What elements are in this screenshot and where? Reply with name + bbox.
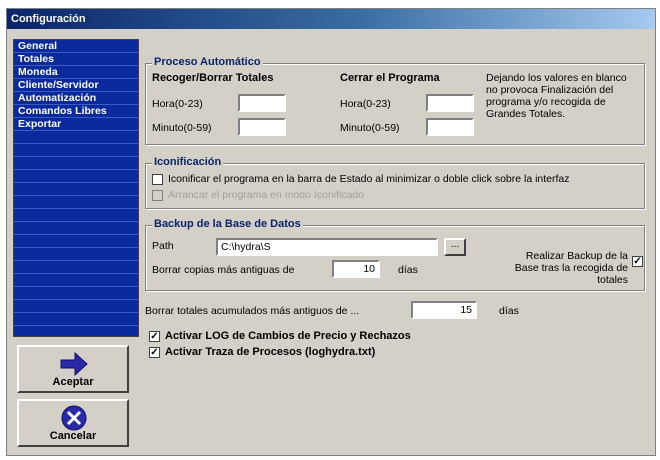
delete-totals-label: Borrar totales acumulados más antiguos d… [145,305,360,317]
accept-button[interactable]: Aceptar [17,345,129,393]
start-iconified-label: Arrancar el programa en modo Iconificado [168,189,365,201]
path-label: Path [152,240,174,252]
config-window: Configuración General Totales Moneda Cli… [6,8,656,456]
sidebar-menu: General Totales Moneda Cliente/Servidor … [13,39,139,337]
path-input[interactable]: C:\hydra\S [216,238,438,256]
collect-minute-label: Minuto(0-59) [152,122,212,134]
iconify-group: Iconificación Iconificar el programa en … [145,156,645,209]
collect-hour-label: Hora(0-23) [152,98,203,110]
sidebar-item-comandos-libres[interactable]: Comandos Libres [14,105,138,118]
delete-copies-days: días [398,264,418,276]
realize-backup-label: Realizar Backup de la Base tras la recog… [514,250,628,286]
blank-values-note: Dejando los valores en blanco no provoca… [486,72,627,120]
sidebar-item-general[interactable]: General [14,40,138,53]
iconify-checkbox[interactable] [152,174,163,185]
close-hour-label: Hora(0-23) [340,98,391,110]
collect-hour-input[interactable] [238,94,286,112]
arrow-right-icon [60,351,88,377]
activate-log-checkbox[interactable]: ✓ [149,331,160,342]
cancel-button[interactable]: Cancelar [17,399,129,447]
accept-label: Aceptar [52,376,94,388]
window-title: Configuración [7,9,655,29]
backup-group: Backup de la Base de Datos Path C:\hydra… [145,218,645,291]
settings-panel: Proceso Automático Recoger/Borrar Totale… [143,39,651,451]
sidebar-item-totales[interactable]: Totales [14,53,138,66]
delete-totals-days: días [499,305,519,317]
x-cancel-icon [61,405,87,431]
browse-button[interactable]: ... [444,238,466,256]
activate-log-label: Activar LOG de Cambios de Precio y Recha… [165,330,411,342]
sidebar-item-exportar[interactable]: Exportar [14,118,138,131]
cancel-label: Cancelar [49,430,97,442]
backup-legend: Backup de la Base de Datos [152,218,303,230]
close-hour-input[interactable] [426,94,474,112]
collect-title: Recoger/Borrar Totales [152,72,274,84]
delete-copies-input[interactable]: 10 [332,260,380,278]
sidebar-item-moneda[interactable]: Moneda [14,66,138,79]
activate-trace-label: Activar Traza de Procesos (loghydra.txt) [165,346,376,358]
iconify-legend: Iconificación [152,156,224,168]
sidebar-item-automatizacion[interactable]: Automatización [14,92,138,105]
close-minute-label: Minuto(0-59) [340,122,400,134]
delete-totals-input[interactable]: 15 [411,301,477,319]
start-iconified-checkbox[interactable] [152,190,163,201]
delete-copies-label: Borrar copias más antiguas de [152,264,295,276]
sidebar-item-cliente-servidor[interactable]: Cliente/Servidor [14,79,138,92]
realize-backup-checkbox[interactable]: ✓ [632,256,643,267]
close-minute-input[interactable] [426,118,474,136]
auto-process-legend: Proceso Automático [152,56,263,68]
collect-minute-input[interactable] [238,118,286,136]
auto-process-group: Proceso Automático Recoger/Borrar Totale… [145,56,645,145]
activate-trace-checkbox[interactable]: ✓ [149,347,160,358]
close-title: Cerrar el Programa [340,72,440,84]
iconify-label: Iconificar el programa en la barra de Es… [168,173,570,185]
